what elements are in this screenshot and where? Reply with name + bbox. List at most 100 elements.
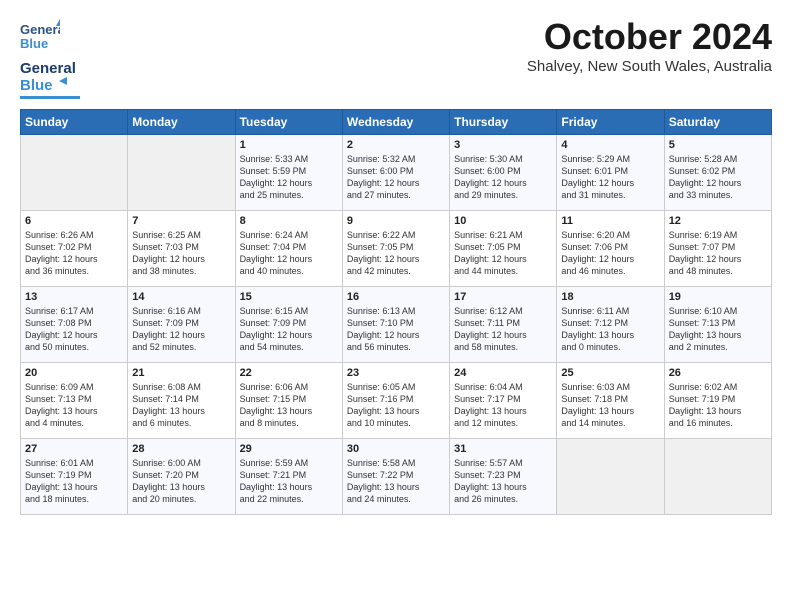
day-number: 19 <box>669 291 767 303</box>
cell-line: Sunrise: 6:08 AM <box>132 382 201 392</box>
cell-line: Daylight: 13 hours <box>561 406 634 416</box>
cell-line: Sunset: 7:16 PM <box>347 394 414 404</box>
cell-content: Sunrise: 6:04 AMSunset: 7:17 PMDaylight:… <box>454 381 552 430</box>
cell-line: Sunrise: 6:20 AM <box>561 230 630 240</box>
week-row-4: 20 Sunrise: 6:09 AMSunset: 7:13 PMDayligh… <box>21 363 772 439</box>
cell-line: Daylight: 13 hours <box>347 482 420 492</box>
day-number: 23 <box>347 367 445 379</box>
cell-line: Sunset: 7:04 PM <box>240 242 307 252</box>
weekday-header-saturday: Saturday <box>664 110 771 135</box>
cell-line: Sunset: 7:08 PM <box>25 318 92 328</box>
calendar-cell: 8Sunrise: 6:24 AMSunset: 7:04 PMDaylight… <box>235 211 342 287</box>
cell-content: Sunrise: 6:02 AMSunset: 7:19 PMDaylight:… <box>669 381 767 430</box>
weekday-header-monday: Monday <box>128 110 235 135</box>
cell-line: Sunrise: 6:26 AM <box>25 230 94 240</box>
cell-line: and 6 minutes. <box>132 418 191 428</box>
cell-content: Sunrise: 6:08 AMSunset: 7:14 PMDaylight:… <box>132 381 230 430</box>
cell-line: Sunrise: 5:57 AM <box>454 458 523 468</box>
title-block: October 2024 Shalvey, New South Wales, A… <box>527 16 772 75</box>
cell-line: Sunrise: 5:30 AM <box>454 154 523 164</box>
cell-line: Daylight: 12 hours <box>25 330 98 340</box>
weekday-header-wednesday: Wednesday <box>342 110 449 135</box>
day-number: 18 <box>561 291 659 303</box>
cell-line: Sunrise: 6:15 AM <box>240 306 309 316</box>
cell-line: Daylight: 13 hours <box>25 482 98 492</box>
cell-content: Sunrise: 6:21 AMSunset: 7:05 PMDaylight:… <box>454 229 552 278</box>
day-number: 20 <box>25 367 123 379</box>
day-number: 22 <box>240 367 338 379</box>
cell-line: Sunset: 7:02 PM <box>25 242 92 252</box>
cell-line: Daylight: 13 hours <box>240 406 313 416</box>
cell-line: Sunrise: 5:33 AM <box>240 154 309 164</box>
cell-line: Sunrise: 6:11 AM <box>561 306 629 316</box>
cell-line: Sunrise: 5:59 AM <box>240 458 309 468</box>
cell-line: Sunrise: 5:28 AM <box>669 154 738 164</box>
calendar-cell <box>557 439 664 515</box>
cell-line: Sunrise: 6:04 AM <box>454 382 523 392</box>
cell-line: Daylight: 12 hours <box>347 330 420 340</box>
header: General Blue General Blue October <box>20 16 772 99</box>
cell-line: Sunset: 7:22 PM <box>347 470 414 480</box>
week-row-1: 1Sunrise: 5:33 AMSunset: 5:59 PMDaylight… <box>21 135 772 211</box>
weekday-header-sunday: Sunday <box>21 110 128 135</box>
cell-line: Sunrise: 6:02 AM <box>669 382 738 392</box>
cell-line: Sunrise: 6:22 AM <box>347 230 416 240</box>
cell-line: Daylight: 12 hours <box>454 178 527 188</box>
cell-line: Sunset: 7:17 PM <box>454 394 521 404</box>
calendar-cell: 12Sunrise: 6:19 AMSunset: 7:07 PMDayligh… <box>664 211 771 287</box>
cell-line: Daylight: 13 hours <box>454 482 527 492</box>
week-row-5: 27Sunrise: 6:01 AMSunset: 7:19 PMDayligh… <box>21 439 772 515</box>
cell-line: Sunrise: 6:05 AM <box>347 382 416 392</box>
day-number: 8 <box>240 215 338 227</box>
day-number: 16 <box>347 291 445 303</box>
calendar-table: SundayMondayTuesdayWednesdayThursdayFrid… <box>20 109 772 515</box>
weekday-header-row: SundayMondayTuesdayWednesdayThursdayFrid… <box>21 110 772 135</box>
cell-line: Daylight: 12 hours <box>454 330 527 340</box>
cell-line: and 12 minutes. <box>454 418 518 428</box>
calendar-cell: 14Sunrise: 6:16 AMSunset: 7:09 PMDayligh… <box>128 287 235 363</box>
cell-line: Daylight: 12 hours <box>347 254 420 264</box>
calendar-cell: 28Sunrise: 6:00 AMSunset: 7:20 PMDayligh… <box>128 439 235 515</box>
cell-line: and 4 minutes. <box>25 418 84 428</box>
day-number: 24 <box>454 367 552 379</box>
calendar-cell <box>664 439 771 515</box>
cell-line: and 48 minutes. <box>669 266 733 276</box>
day-number: 15 <box>240 291 338 303</box>
cell-line: Daylight: 13 hours <box>561 330 634 340</box>
calendar-cell: 11Sunrise: 6:20 AMSunset: 7:06 PMDayligh… <box>557 211 664 287</box>
day-number: 17 <box>454 291 552 303</box>
cell-line: Sunset: 7:09 PM <box>132 318 199 328</box>
cell-content: Sunrise: 6:12 AMSunset: 7:11 PMDaylight:… <box>454 305 552 354</box>
cell-line: Sunset: 6:00 PM <box>454 166 521 176</box>
calendar-cell: 23Sunrise: 6:05 AMSunset: 7:16 PMDayligh… <box>342 363 449 439</box>
calendar-cell: 3 Sunrise: 5:30 AM Sunset: 6:00 PM Daylight… <box>450 135 557 211</box>
cell-line: Daylight: 12 hours <box>454 254 527 264</box>
cell-line: and 56 minutes. <box>347 342 411 352</box>
cell-line: and 16 minutes. <box>669 418 733 428</box>
cell-line: Sunrise: 6:24 AM <box>240 230 309 240</box>
calendar-page: General Blue General Blue October <box>0 0 792 525</box>
cell-line: and 31 minutes. <box>561 190 625 200</box>
svg-text:Blue: Blue <box>20 36 48 51</box>
calendar-cell: 21Sunrise: 6:08 AMSunset: 7:14 PMDayligh… <box>128 363 235 439</box>
cell-line: Sunset: 7:13 PM <box>25 394 92 404</box>
cell-line: Sunset: 7:19 PM <box>25 470 92 480</box>
month-title: October 2024 <box>527 16 772 58</box>
cell-content: Sunrise: 5:30 AM Sunset: 6:00 PM Daylight:… <box>454 153 552 202</box>
cell-line: Sunrise: 6:21 AM <box>454 230 523 240</box>
cell-content: Sunrise: 6:15 AMSunset: 7:09 PMDaylight:… <box>240 305 338 354</box>
cell-line: Daylight: 13 hours <box>240 482 313 492</box>
cell-line: and 54 minutes. <box>240 342 304 352</box>
calendar-cell: 13Sunrise: 6:17 AMSunset: 7:08 PMDayligh… <box>21 287 128 363</box>
calendar-cell <box>128 135 235 211</box>
cell-line: Sunset: 6:02 PM <box>669 166 736 176</box>
cell-line: Sunset: 7:14 PM <box>132 394 199 404</box>
cell-line: Sunset: 7:07 PM <box>669 242 736 252</box>
calendar-cell: 1Sunrise: 5:33 AMSunset: 5:59 PMDaylight… <box>235 135 342 211</box>
cell-content: Sunrise: 6:09 AMSunset: 7:13 PMDaylight:… <box>25 381 123 430</box>
cell-line: Sunrise: 6:13 AM <box>347 306 416 316</box>
calendar-cell: 25Sunrise: 6:03 AMSunset: 7:18 PMDayligh… <box>557 363 664 439</box>
day-number: 3 <box>454 139 552 151</box>
cell-content: Sunrise: 6:22 AMSunset: 7:05 PMDaylight:… <box>347 229 445 278</box>
calendar-body: 1Sunrise: 5:33 AMSunset: 5:59 PMDaylight… <box>21 135 772 515</box>
